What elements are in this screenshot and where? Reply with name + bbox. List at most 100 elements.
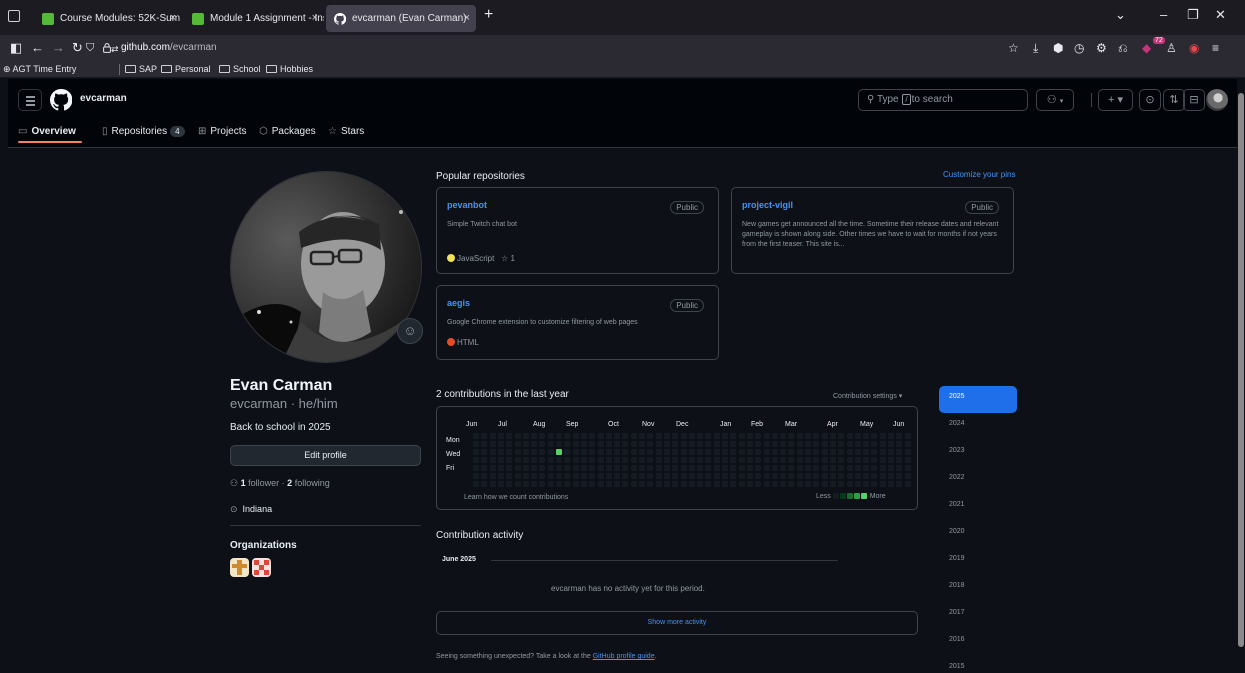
tab-packages[interactable]: ⬡ Packages xyxy=(259,126,316,137)
bookmark-folder-school[interactable]: School xyxy=(219,63,261,76)
contribution-day[interactable] xyxy=(622,465,629,471)
contribution-day[interactable] xyxy=(697,473,704,479)
contribution-day[interactable] xyxy=(473,481,479,487)
contribution-day[interactable] xyxy=(879,473,886,479)
contribution-day[interactable] xyxy=(506,465,513,471)
contribution-day[interactable] xyxy=(846,433,853,439)
contribution-day[interactable] xyxy=(730,465,737,471)
contribution-day[interactable] xyxy=(639,449,645,455)
contribution-day[interactable] xyxy=(663,465,670,471)
contribution-day[interactable] xyxy=(771,441,778,447)
contribution-day[interactable] xyxy=(497,481,504,487)
contribution-day[interactable] xyxy=(647,433,654,439)
contribution-day[interactable] xyxy=(506,441,513,447)
contribution-day[interactable] xyxy=(829,449,836,455)
contribution-day[interactable] xyxy=(713,449,720,455)
contribution-day[interactable] xyxy=(846,457,853,463)
star-count[interactable]: 1 xyxy=(510,254,514,263)
contribution-day[interactable] xyxy=(888,481,894,487)
contribution-day[interactable] xyxy=(639,457,645,463)
contribution-day[interactable] xyxy=(580,457,587,463)
contribution-day[interactable] xyxy=(547,441,554,447)
downloads-icon[interactable]: ⤓ xyxy=(1033,40,1038,56)
contribution-day[interactable] xyxy=(639,465,645,471)
contribution-day[interactable] xyxy=(514,481,521,487)
contribution-day[interactable] xyxy=(663,433,670,439)
contribution-day[interactable] xyxy=(722,457,728,463)
contribution-day[interactable] xyxy=(663,481,670,487)
contribution-day[interactable] xyxy=(522,481,529,487)
contribution-day[interactable] xyxy=(522,465,529,471)
contribution-day[interactable] xyxy=(713,473,720,479)
contribution-day[interactable] xyxy=(556,481,562,487)
contribution-day[interactable] xyxy=(672,433,679,439)
contribution-day[interactable] xyxy=(514,457,521,463)
contribution-day[interactable] xyxy=(605,473,612,479)
contribution-day[interactable] xyxy=(564,481,571,487)
contribution-day[interactable] xyxy=(788,433,795,439)
contribution-day[interactable] xyxy=(705,465,712,471)
contribution-day[interactable] xyxy=(572,465,579,471)
contribution-day[interactable] xyxy=(564,441,571,447)
contribution-day[interactable] xyxy=(663,473,670,479)
new-tab-button[interactable]: + xyxy=(484,6,493,24)
contribution-day[interactable] xyxy=(481,465,488,471)
contribution-day[interactable] xyxy=(539,433,546,439)
contribution-day[interactable] xyxy=(481,441,488,447)
contribution-day[interactable] xyxy=(506,433,513,439)
contribution-day[interactable] xyxy=(605,481,612,487)
contribution-day[interactable] xyxy=(580,473,587,479)
organization-avatar[interactable] xyxy=(252,558,271,577)
contribution-day[interactable] xyxy=(622,457,629,463)
contribution-day[interactable] xyxy=(531,449,538,455)
contribution-day[interactable] xyxy=(497,457,504,463)
contribution-day[interactable] xyxy=(780,481,787,487)
contribution-day[interactable] xyxy=(497,433,504,439)
contribution-day[interactable] xyxy=(879,441,886,447)
contribution-day[interactable] xyxy=(614,433,621,439)
contribution-day[interactable] xyxy=(580,465,587,471)
contribution-day[interactable] xyxy=(647,449,654,455)
contribution-day[interactable] xyxy=(863,481,870,487)
contribution-day[interactable] xyxy=(755,465,762,471)
contribution-day[interactable] xyxy=(663,449,670,455)
contribution-day[interactable] xyxy=(746,473,753,479)
contribution-day[interactable] xyxy=(622,481,629,487)
contribution-day[interactable] xyxy=(755,441,762,447)
contribution-day[interactable] xyxy=(829,457,836,463)
contribution-day[interactable] xyxy=(904,433,911,439)
contribution-day[interactable] xyxy=(904,473,911,479)
contribution-day[interactable] xyxy=(879,465,886,471)
contribution-day[interactable] xyxy=(655,457,662,463)
sidebar-toggle-icon[interactable]: ◧ xyxy=(10,39,22,57)
contribution-day[interactable] xyxy=(829,433,836,439)
contribution-day[interactable] xyxy=(688,465,695,471)
contribution-day[interactable] xyxy=(688,457,695,463)
contribution-day[interactable] xyxy=(539,481,546,487)
back-icon[interactable]: ← xyxy=(31,39,44,57)
contribution-day[interactable] xyxy=(813,473,820,479)
contribution-day[interactable] xyxy=(771,433,778,439)
contribution-day[interactable] xyxy=(738,449,745,455)
contribution-day[interactable] xyxy=(680,433,687,439)
minimize-button[interactable]: – xyxy=(1160,7,1167,22)
contribution-day[interactable] xyxy=(572,449,579,455)
contribution-day[interactable] xyxy=(697,441,704,447)
contribution-day[interactable] xyxy=(473,473,479,479)
contribution-day[interactable] xyxy=(813,433,820,439)
contribution-day[interactable] xyxy=(522,449,529,455)
contribution-day[interactable] xyxy=(871,457,878,463)
contribution-day[interactable] xyxy=(705,457,712,463)
contribution-day[interactable] xyxy=(622,473,629,479)
contribution-day[interactable] xyxy=(813,457,820,463)
contribution-day[interactable] xyxy=(497,449,504,455)
contribution-day[interactable] xyxy=(597,481,604,487)
permissions-icon[interactable]: ⇄ xyxy=(111,40,119,58)
contribution-day[interactable] xyxy=(796,473,803,479)
contribution-day[interactable] xyxy=(680,441,687,447)
contribution-day[interactable] xyxy=(813,441,820,447)
contribution-day[interactable] xyxy=(763,449,770,455)
contribution-day[interactable] xyxy=(697,465,704,471)
contribution-day[interactable] xyxy=(879,457,886,463)
contribution-day[interactable] xyxy=(522,457,529,463)
